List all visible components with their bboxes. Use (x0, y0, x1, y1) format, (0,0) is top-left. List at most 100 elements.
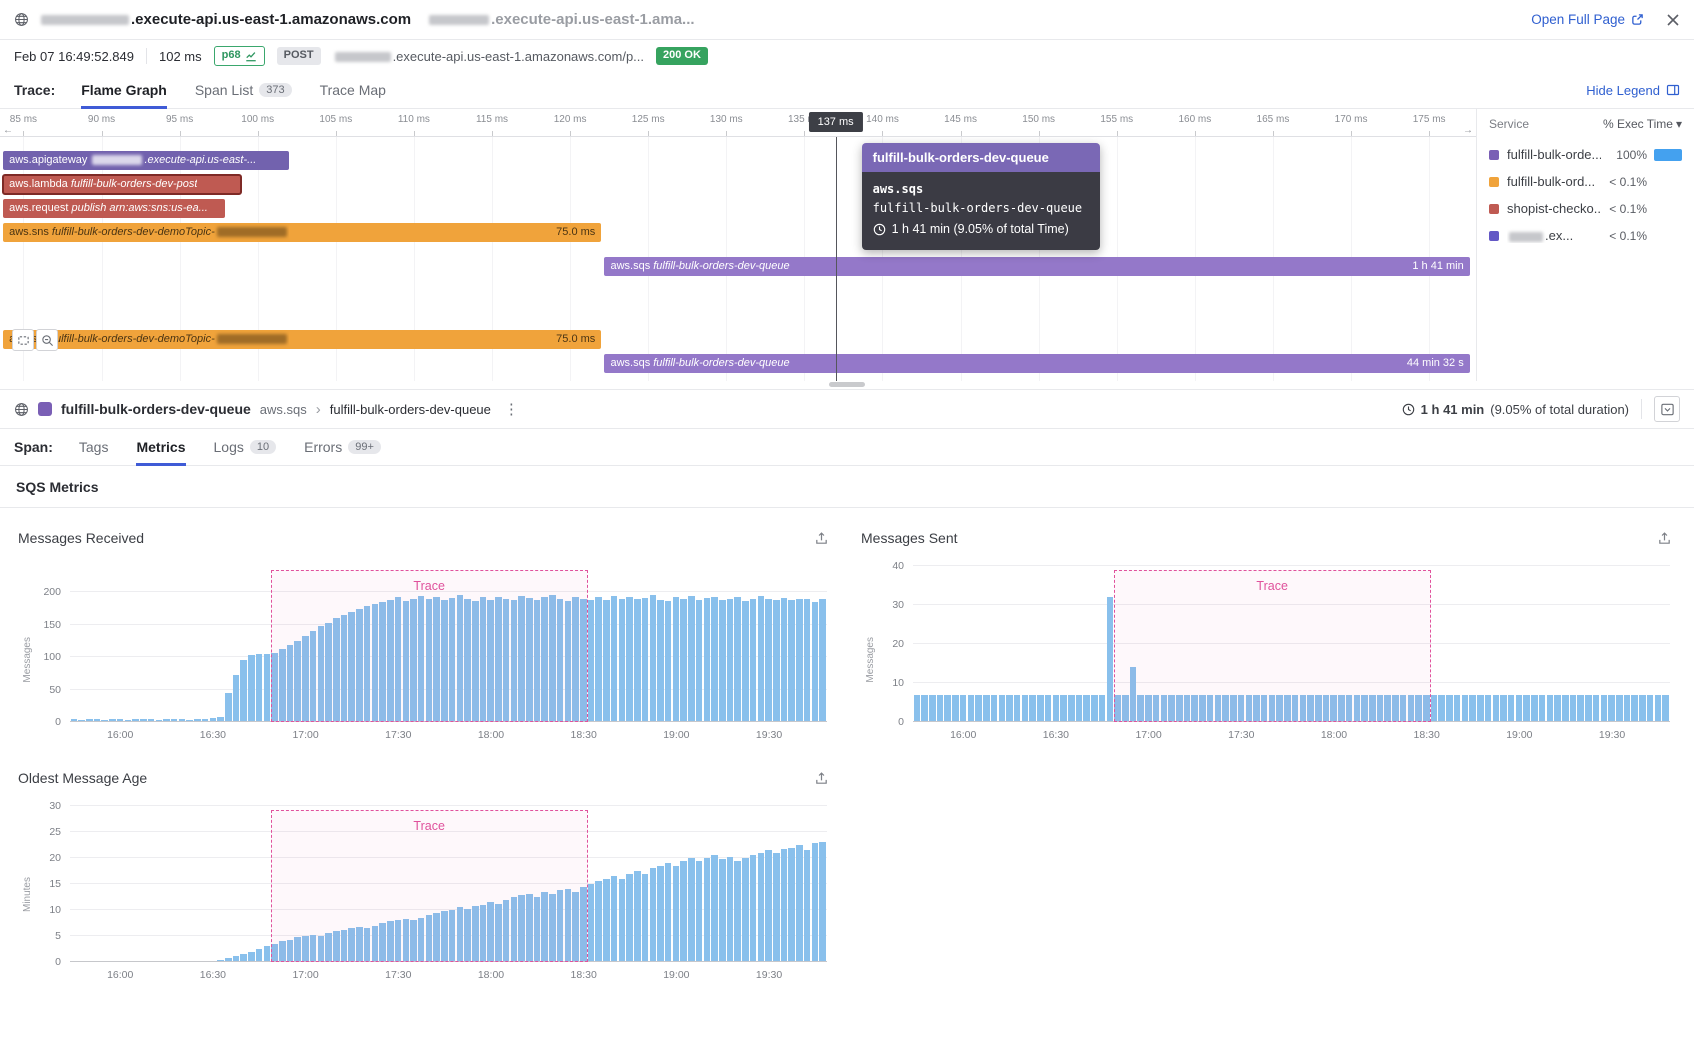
y-axis-tick-label: 50 (49, 684, 61, 696)
bar (619, 879, 626, 962)
y-axis-tick-label: 5 (55, 930, 61, 942)
latency-percentile-badge[interactable]: p68 (214, 46, 265, 65)
tooltip-title: fulfill-bulk-orders-dev-queue (862, 143, 1100, 172)
bar (773, 600, 780, 722)
resize-handle[interactable] (829, 382, 865, 387)
bar (781, 849, 788, 962)
ruler-tick-label: 125 ms (632, 114, 665, 125)
chevron-right-icon: › (316, 401, 321, 418)
span-tab-metrics[interactable]: Metrics (136, 429, 185, 465)
chart-plot-area[interactable]: 051015202530Trace16:0016:3017:0017:3018:… (70, 806, 827, 962)
open-full-page-link[interactable]: Open Full Page (1531, 12, 1644, 27)
flame-span[interactable]: aws.sns fulfill-bulk-orders-dev-demoTopi… (3, 330, 601, 349)
flame-canvas[interactable]: fulfill-bulk-orders-dev-queue aws.sqs fu… (0, 137, 1476, 381)
service-color-swatch (1489, 231, 1499, 241)
bar (225, 693, 232, 722)
legend-sort-control[interactable]: % Exec Time ▾ (1603, 117, 1682, 131)
cursor-time-label: 137 ms (809, 112, 863, 132)
flame-span[interactable]: aws.lambda fulfill-bulk-orders-dev-post (3, 175, 240, 194)
bar (1029, 695, 1036, 722)
bar (711, 597, 718, 722)
bar (657, 600, 664, 722)
hide-legend-link[interactable]: Hide Legend (1586, 83, 1680, 98)
ruler-tick (648, 131, 649, 136)
bar (1585, 695, 1592, 722)
export-icon[interactable] (814, 531, 829, 546)
bar (1477, 695, 1484, 722)
y-axis-title: Messages (22, 637, 33, 683)
bar (233, 675, 240, 722)
exec-time-pct: < 0.1% (1601, 229, 1647, 243)
empty-cell (861, 752, 1676, 992)
span-duration-label: 75.0 ms (556, 223, 595, 242)
exec-time-bar (1654, 149, 1682, 161)
bar (696, 600, 703, 722)
flame-span[interactable]: aws.sns fulfill-bulk-orders-dev-demoTopi… (3, 223, 601, 242)
service-legend: Service % Exec Time ▾ fulfill-bulk-orde.… (1476, 109, 1694, 381)
bar (603, 600, 610, 722)
chart-plot-area[interactable]: 050100150200Trace16:0016:3017:0017:3018:… (70, 566, 827, 722)
export-icon[interactable] (814, 771, 829, 786)
bar (704, 858, 711, 962)
bar (1516, 695, 1523, 722)
bar (999, 695, 1006, 722)
flame-graph-section: ← → 85 ms90 ms95 ms100 ms105 ms110 ms115… (0, 109, 1694, 381)
span-tab-tags[interactable]: Tags (79, 429, 109, 465)
x-axis-tick-label: 16:30 (200, 729, 226, 741)
sqs-metrics-charts: Messages Received Messages 050100150200T… (0, 508, 1694, 992)
export-icon[interactable] (1657, 531, 1672, 546)
tab-span-list[interactable]: Span List373 (195, 72, 292, 108)
legend-row[interactable]: fulfill-bulk-orde...100% (1489, 141, 1682, 168)
external-link-icon (1631, 13, 1644, 26)
selection-zoom-icon[interactable] (12, 329, 34, 351)
tab-trace-map[interactable]: Trace Map (320, 72, 386, 108)
flame-span[interactable]: aws.apigateway .execute-api.us-east-... (3, 151, 289, 170)
ruler-tick (1429, 131, 1430, 136)
scroll-right-icon[interactable]: → (1463, 126, 1473, 136)
bar (742, 858, 749, 962)
flame-span[interactable]: aws.sqs fulfill-bulk-orders-dev-queue44 … (604, 354, 1469, 373)
chart-plot-area[interactable]: 010203040Trace16:0016:3017:0017:3018:001… (913, 566, 1670, 722)
bar (812, 602, 819, 722)
bar (1608, 695, 1615, 722)
scroll-left-icon[interactable]: ← (3, 126, 13, 136)
panel-divider (0, 381, 1694, 389)
http-method-badge: POST (277, 47, 321, 64)
bar (1462, 695, 1469, 722)
ruler-tick-label: 105 ms (319, 114, 352, 125)
redacted-text (41, 15, 129, 25)
bar (657, 866, 664, 962)
close-icon[interactable] (1666, 13, 1680, 27)
kebab-menu-icon[interactable]: ⋮ (500, 400, 523, 418)
bar (696, 861, 703, 962)
span-duration-label: 44 min 32 s (1407, 354, 1464, 373)
legend-row[interactable]: shopist-checko...< 0.1% (1489, 195, 1682, 222)
ruler-tick-label: 140 ms (866, 114, 899, 125)
ruler-tick-label: 85 ms (10, 114, 37, 125)
span-tab-errors[interactable]: Errors99+ (304, 429, 381, 465)
tab-label: Trace Map (320, 82, 386, 98)
bar (688, 596, 695, 722)
request-timestamp: Feb 07 16:49:52.849 (14, 49, 134, 64)
legend-row[interactable]: fulfill-bulk-ord...< 0.1% (1489, 168, 1682, 195)
legend-row[interactable]: .ex...< 0.1% (1489, 222, 1682, 249)
redacted-text (217, 227, 287, 237)
flame-graph[interactable]: ← → 85 ms90 ms95 ms100 ms105 ms110 ms115… (0, 109, 1476, 381)
bar (1014, 695, 1021, 722)
tab-count-badge: 99+ (348, 440, 381, 454)
span-tab-logs[interactable]: Logs10 (214, 429, 277, 465)
open-full-page-label: Open Full Page (1531, 12, 1625, 27)
collapse-details-button[interactable] (1654, 396, 1680, 422)
bar (1523, 695, 1530, 722)
ruler-tick-label: 90 ms (88, 114, 115, 125)
exec-time-pct: < 0.1% (1601, 175, 1647, 189)
y-axis-title: Messages (865, 637, 876, 683)
x-axis-tick-label: 18:30 (571, 969, 597, 981)
ruler-tick (23, 131, 24, 136)
flame-span[interactable]: aws.request publish arn:aws:sns:us-ea... (3, 199, 225, 218)
zoom-out-icon[interactable] (36, 329, 58, 351)
percentile-label: p68 (222, 49, 241, 62)
trace-region-overlay: Trace (271, 570, 588, 722)
tab-flame-graph[interactable]: Flame Graph (81, 72, 167, 108)
flame-span[interactable]: aws.sqs fulfill-bulk-orders-dev-queue1 h… (604, 257, 1469, 276)
